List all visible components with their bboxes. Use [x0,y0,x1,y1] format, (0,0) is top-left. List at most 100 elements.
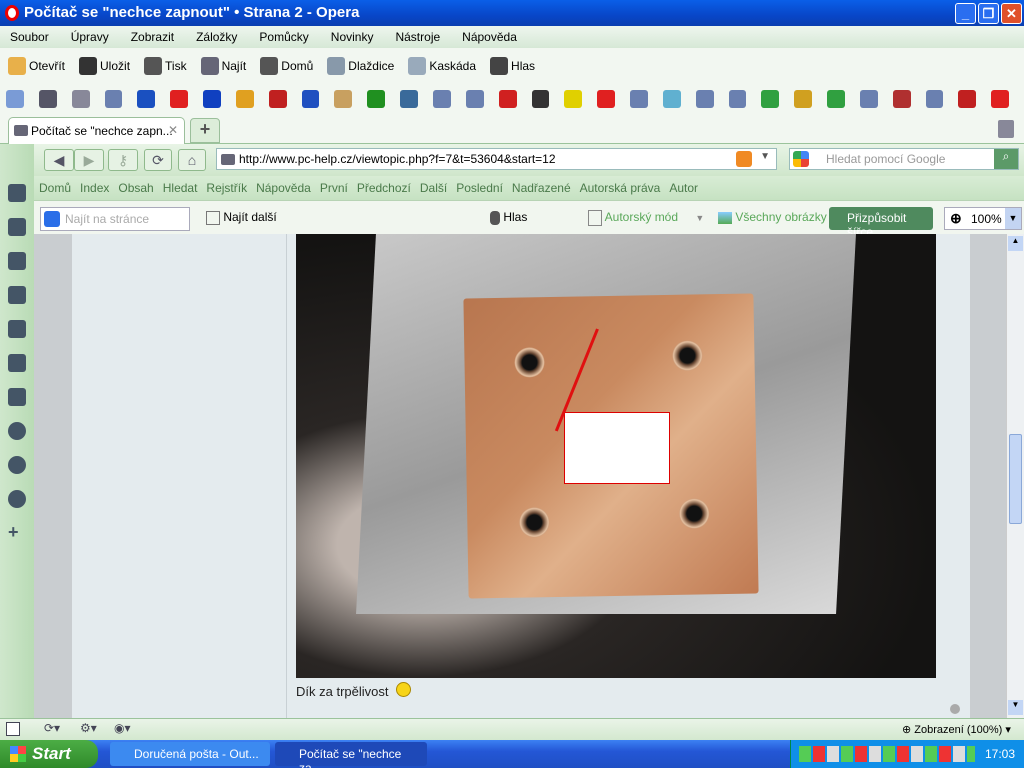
bookmark-icon[interactable] [925,90,944,108]
find-next-button[interactable]: Najít další [206,210,277,225]
bookmark-icon[interactable] [564,90,583,108]
bookmark-icon[interactable] [137,90,156,108]
google-icon[interactable] [793,151,809,167]
bookmark-icon[interactable] [662,90,681,108]
toolbar-button[interactable]: Najít [200,57,246,75]
author-mode-dropdown-icon[interactable]: ▼ [695,213,704,223]
downloads-panel-icon[interactable] [8,320,26,338]
zoom-status[interactable]: ⊕ Zobrazení (100%) ▾ [902,723,1011,736]
forward-button[interactable]: ▶ [74,149,104,171]
sync-icon[interactable]: ⟳▾ [44,721,60,735]
tab-active[interactable]: Počítač se "nechce zapn... ✕ [8,117,185,144]
menu-item[interactable]: Záložky [196,30,237,48]
bookmark-icon[interactable] [794,90,813,108]
nav-link[interactable]: Poslední [456,181,503,200]
find-in-page-input[interactable]: Najít na stránce [40,207,190,231]
nav-link[interactable]: Nadřazené [512,181,571,200]
links-panel-icon[interactable] [8,354,26,372]
toolbar-button[interactable]: Domů [260,57,313,75]
bookmark-icon[interactable] [465,90,484,108]
home-button[interactable]: ⌂ [178,149,206,171]
voice-button[interactable]: Hlas [490,210,527,225]
nav-link[interactable]: Další [420,181,447,200]
search-panel-icon[interactable] [8,490,26,508]
tray-icons[interactable] [799,746,975,762]
menu-item[interactable]: Novinky [331,30,374,48]
bookmarks-panel-icon[interactable] [8,184,26,202]
unite-icon[interactable]: ⚙▾ [80,721,97,735]
nav-link[interactable]: Domů [39,181,71,200]
rss-icon[interactable] [736,151,752,167]
bookmark-icon[interactable] [432,90,451,108]
bookmark-icon[interactable] [531,90,550,108]
scroll-up-button[interactable]: ▲ [1008,236,1023,251]
unite-panel-icon[interactable] [8,252,26,270]
key-icon[interactable]: ⚷ [108,149,138,171]
bookmark-icon[interactable] [695,90,714,108]
scroll-top-icon[interactable] [950,704,960,714]
windows-panel-icon[interactable] [8,388,26,406]
zoom-dropdown-icon[interactable]: ▼ [1005,208,1021,229]
taskbar-item-outlook[interactable]: Doručená pošta - Out... [110,742,270,766]
bookmark-icon[interactable] [630,90,648,108]
scroll-thumb[interactable] [1009,434,1022,524]
toolbar-button[interactable]: Hlas [490,57,535,75]
history-panel-icon[interactable] [8,422,26,440]
taskbar-item-opera[interactable]: Počítač se "nechce za... [275,742,427,775]
bookmark-icon[interactable] [761,90,780,108]
address-input[interactable]: http://www.pc-help.cz/viewtopic.php?f=7&… [216,148,777,170]
bookmark-icon[interactable] [597,90,616,108]
start-button[interactable]: Start [0,740,98,768]
nav-link[interactable]: První [320,181,348,200]
turbo-icon[interactable]: ◉▾ [114,721,131,735]
toolbar-button[interactable]: Kaskáda [408,57,476,75]
bookmark-icon[interactable] [991,90,1010,108]
bookmark-icon[interactable] [235,90,254,108]
bookmark-icon[interactable] [334,90,353,108]
toolbar-button[interactable]: Tisk [144,57,187,75]
bookmark-icon[interactable] [301,90,320,108]
bookmark-icon[interactable] [367,90,386,108]
bookmark-icon[interactable] [892,90,911,108]
bookmark-icon[interactable] [400,90,418,108]
menu-item[interactable]: Pomůcky [259,30,308,48]
bookmark-icon[interactable] [6,90,24,108]
widgets-panel-icon[interactable] [8,218,26,236]
back-button[interactable]: ◀ [44,149,74,171]
bookmark-icon[interactable] [827,90,845,108]
bookmark-icon[interactable] [958,90,977,108]
menu-item[interactable]: Nástroje [395,30,440,48]
close-button[interactable]: ✕ [1001,3,1022,24]
notes-panel-icon[interactable] [8,286,26,304]
toolbar-button[interactable]: Otevřít [8,57,65,75]
info-panel-icon[interactable] [8,456,26,474]
toolbar-button[interactable]: Dlaždice [327,57,394,75]
bookmark-icon[interactable] [71,90,90,108]
bookmark-icon[interactable] [728,90,747,108]
nav-link[interactable]: Rejstřík [206,181,247,200]
nav-link[interactable]: Hledat [163,181,198,200]
minimize-button[interactable]: _ [955,3,976,24]
author-mode-button[interactable]: Autorský mód ▼ [588,210,704,226]
menu-item[interactable]: Soubor [10,30,49,48]
fit-to-width-button[interactable]: Přizpůsobit šířce [829,207,933,239]
all-images-button[interactable]: Všechny obrázky [718,210,827,224]
nav-link[interactable]: Nápověda [256,181,311,200]
menu-item[interactable]: Úpravy [71,30,109,48]
bookmark-icon[interactable] [170,90,189,108]
bookmark-icon[interactable] [268,90,287,108]
scroll-down-button[interactable]: ▼ [1008,700,1023,715]
panel-toggle-icon[interactable] [6,722,20,736]
maximize-button[interactable]: ❐ [978,3,999,24]
trash-icon[interactable] [998,120,1014,138]
menu-item[interactable]: Nápověda [462,30,517,48]
bookmark-icon[interactable] [38,90,57,108]
vertical-scrollbar[interactable]: ▲ ▼ [1006,234,1024,718]
address-dropdown-icon[interactable]: ▼ [760,151,770,162]
nav-link[interactable]: Předchozí [357,181,411,200]
reload-button[interactable]: ⟳ [144,149,172,171]
bookmark-icon[interactable] [859,90,878,108]
search-input[interactable]: Hledat pomocí Google ⌕ [789,148,1019,170]
nav-link[interactable]: Index [80,181,109,200]
tab-close-button[interactable]: ✕ [168,123,178,137]
